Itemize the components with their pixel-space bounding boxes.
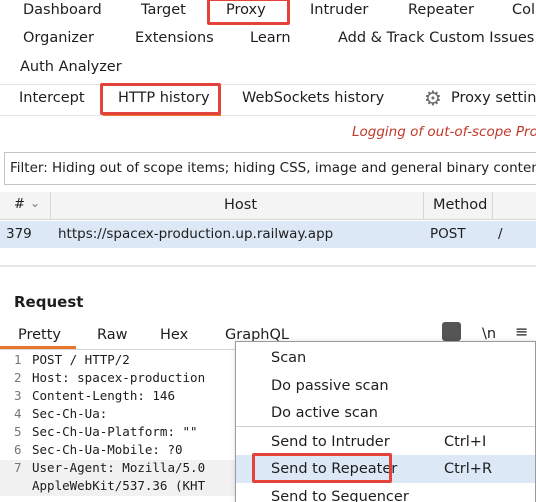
- line-number: 7: [14, 460, 22, 475]
- line-number: 3: [14, 388, 22, 403]
- tab-dashboard[interactable]: Dashboard: [23, 2, 102, 18]
- col-header-host[interactable]: Host: [224, 197, 257, 213]
- menu-icon[interactable]: ≡: [515, 322, 528, 341]
- tab-add-track-custom-issues[interactable]: Add & Track Custom Issues: [338, 30, 534, 46]
- menu-item-send-to-sequencer[interactable]: Send to Sequencer: [236, 483, 535, 502]
- line-text: POST / HTTP/2: [32, 352, 130, 367]
- line-text: User-Agent: Mozilla/5.0: [32, 460, 206, 475]
- line-text: Sec-Ch-Ua-Platform: "": [32, 424, 198, 439]
- col-header-method[interactable]: Method: [433, 197, 487, 213]
- logging-message: Logging of out-of-scope Prox: [352, 124, 536, 140]
- tab-repeater[interactable]: Repeater: [408, 2, 474, 18]
- subtab-intercept[interactable]: Intercept: [19, 90, 85, 106]
- line-number: 5: [14, 424, 22, 439]
- line-text: Sec-Ch-Ua-Mobile: ?0: [32, 442, 183, 457]
- proxy-settings-link[interactable]: Proxy setting: [451, 90, 536, 106]
- document-icon[interactable]: [442, 322, 461, 341]
- row-method: POST: [430, 226, 466, 242]
- row-path: /: [498, 226, 503, 242]
- row-host: https://spacex-production.up.railway.app: [58, 226, 334, 242]
- menu-item-shortcut: Ctrl+I: [444, 434, 487, 450]
- tab-intruder[interactable]: Intruder: [310, 2, 368, 18]
- menu-item-do-passive-scan[interactable]: Do passive scan: [236, 372, 535, 400]
- request-tab-pretty[interactable]: Pretty: [18, 327, 61, 343]
- request-tab-hex[interactable]: Hex: [160, 327, 188, 343]
- line-number: 1: [14, 352, 22, 367]
- line-text: Sec-Ch-Ua:: [32, 406, 108, 421]
- line-number: 2: [14, 370, 22, 385]
- tab-extensions[interactable]: Extensions: [135, 30, 214, 46]
- tab-collaborator[interactable]: Col: [512, 2, 535, 18]
- gear-icon[interactable]: ⚙: [424, 86, 442, 110]
- send-to-repeater-highlight: [252, 453, 392, 483]
- tab-target[interactable]: Target: [141, 2, 186, 18]
- menu-item-label: Do passive scan: [271, 378, 389, 394]
- pane-divider[interactable]: [0, 265, 536, 267]
- menu-item-label: Send to Intruder: [271, 434, 390, 450]
- menu-item-shortcut: Ctrl+R: [444, 461, 493, 477]
- tab-organizer[interactable]: Organizer: [23, 30, 94, 46]
- filter-bar[interactable]: Filter: Hiding out of scope items; hidin…: [4, 152, 536, 185]
- menu-item-send-to-intruder[interactable]: Send to Intruder Ctrl+I: [236, 428, 535, 456]
- col-divider: [423, 192, 424, 220]
- table-row[interactable]: 379 https://spacex-production.up.railway…: [0, 221, 536, 248]
- line-number: 4: [14, 406, 22, 421]
- proxy-tab-highlight: [207, 0, 290, 25]
- col-divider: [50, 192, 51, 220]
- menu-item-scan[interactable]: Scan: [236, 344, 535, 372]
- newline-toggle[interactable]: \n: [482, 326, 496, 342]
- subtab-websockets-history[interactable]: WebSockets history: [242, 90, 384, 106]
- line-text: Content-Length: 146: [32, 388, 175, 403]
- tab-auth-analyzer[interactable]: Auth Analyzer: [20, 59, 122, 75]
- col-divider: [492, 192, 493, 220]
- tab-learn[interactable]: Learn: [250, 30, 291, 46]
- col-header-number[interactable]: #: [14, 197, 25, 212]
- menu-separator: [236, 426, 535, 427]
- request-title: Request: [14, 293, 84, 311]
- line-text: Host: spacex-production: [32, 370, 206, 385]
- filter-text: Filter: Hiding out of scope items; hidin…: [10, 160, 536, 176]
- request-tab-raw[interactable]: Raw: [97, 327, 128, 343]
- http-history-highlight: [100, 83, 221, 115]
- menu-item-label: Send to Sequencer: [271, 489, 409, 502]
- line-number: 6: [14, 442, 22, 457]
- sort-chevron-icon[interactable]: ⌄: [30, 196, 40, 210]
- row-id: 379: [6, 226, 32, 242]
- menu-item-label: Scan: [271, 350, 307, 366]
- line-text: AppleWebKit/537.36 (KHT: [32, 478, 206, 493]
- menu-item-label: Do active scan: [271, 405, 378, 421]
- menu-item-do-active-scan[interactable]: Do active scan: [236, 399, 535, 427]
